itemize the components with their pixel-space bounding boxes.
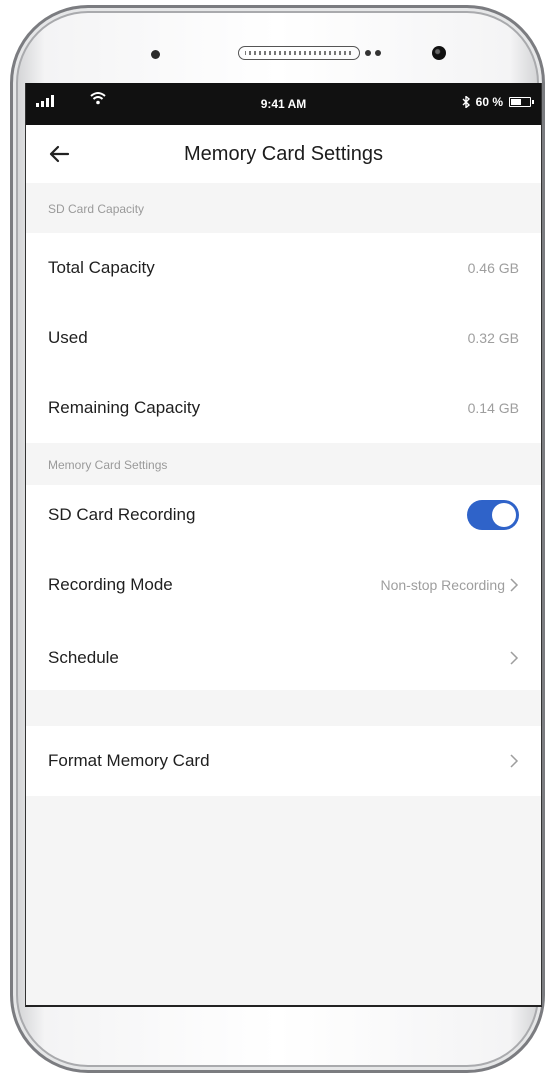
status-bar: 9:41 AM 60 % [26,83,541,125]
nav-bar: Memory Card Settings [26,125,541,183]
speaker-dot [365,50,371,56]
speaker-dot [375,50,381,56]
total-capacity-row: Total Capacity 0.46 GB [26,233,541,303]
remaining-capacity-row: Remaining Capacity 0.14 GB [26,373,541,443]
chevron-right-icon [510,578,519,592]
section-gap [26,690,541,726]
sd-card-recording-row: SD Card Recording [26,485,541,545]
earpiece-speaker [238,46,360,60]
recording-mode-row[interactable]: Recording Mode Non-stop Recording [26,545,541,625]
used-row: Used 0.32 GB [26,303,541,373]
sd-recording-toggle[interactable] [467,500,519,530]
chevron-right-icon [510,650,519,665]
sensor-dot [151,50,160,59]
row-value: Non-stop Recording [380,577,505,593]
section-header-settings: Memory Card Settings [26,443,541,485]
toggle-knob [492,503,516,527]
section-header-capacity: SD Card Capacity [26,183,541,233]
chevron-right-icon [510,754,519,768]
page-title: Memory Card Settings [184,143,383,165]
front-camera [432,46,446,60]
app-screen: 9:41 AM 60 % Memory Card Settings SD Car… [25,83,542,1007]
row-label: Format Memory Card [48,751,210,770]
row-label: Remaining Capacity [48,398,201,417]
bluetooth-icon [462,96,470,108]
battery-percent: 60 % [475,95,503,109]
format-memory-card-row[interactable]: Format Memory Card [26,726,541,796]
row-label: Used [48,328,88,347]
row-label: Total Capacity [48,258,155,277]
row-label: Recording Mode [48,575,173,594]
status-right: 60 % [462,95,534,109]
battery-fill [511,99,522,105]
row-label: SD Card Recording [48,505,196,524]
row-value: 0.14 GB [467,400,519,416]
schedule-row[interactable]: Schedule [26,625,541,690]
row-label: Schedule [48,647,119,667]
row-value: 0.46 GB [467,260,519,276]
battery-icon [509,97,534,107]
row-value: 0.32 GB [467,330,519,346]
